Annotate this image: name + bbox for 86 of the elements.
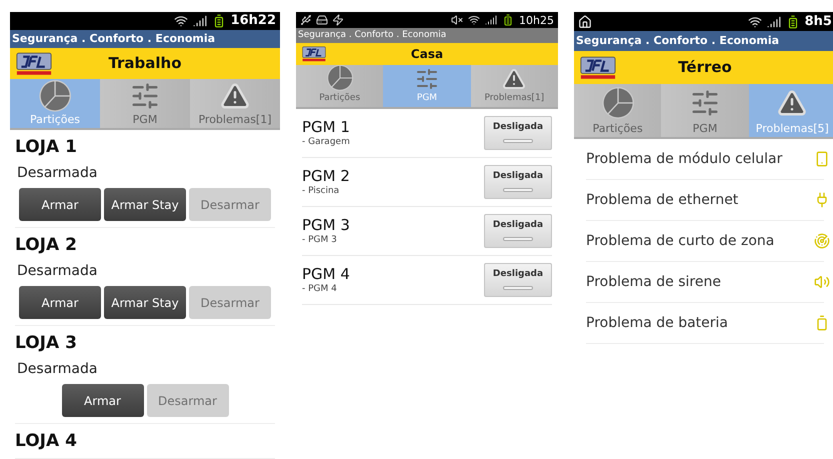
partition-status: Desarmada — [17, 360, 98, 378]
logo-icon — [16, 52, 52, 76]
partition-status: Desarmada — [17, 262, 98, 280]
toggle-indicator — [503, 138, 533, 142]
wifi-icon — [174, 14, 188, 28]
sliders-icon — [690, 88, 720, 118]
tab-label: PGM — [416, 92, 438, 105]
sliders-icon — [130, 80, 160, 111]
tab-label: Partições — [319, 92, 360, 105]
problem-text: Problema de sirene — [586, 272, 721, 292]
pie-chart-icon — [38, 78, 72, 113]
signal-icon — [485, 14, 498, 26]
wifi-icon — [748, 14, 762, 28]
signal-icon — [192, 14, 207, 28]
toggle-button[interactable]: Desligada — [484, 214, 552, 248]
problem-text: Problema de ethernet — [586, 190, 738, 210]
problem-text: Problema de módulo celular — [586, 150, 782, 168]
tab-label: Problemas[5] — [756, 122, 829, 135]
toggle-indicator — [503, 236, 533, 240]
tab[interactable]: Partições — [574, 84, 662, 137]
clock: 16h22 — [230, 14, 276, 28]
pgm-detail: - Piscina — [302, 185, 340, 197]
pgm-detail: - Garagem — [302, 136, 350, 148]
partition-name: LOJA 2 — [15, 234, 78, 256]
partition-name: LOJA 3 — [15, 332, 78, 354]
pgm-name: PGM 1 — [302, 118, 350, 136]
sliders-icon — [414, 66, 439, 90]
tab-label: Problemas[1] — [198, 113, 272, 126]
problem-text: Problema de curto de zona — [586, 232, 774, 250]
tab[interactable]: Problemas[5] — [748, 84, 833, 137]
tab[interactable]: Problemas[1] — [470, 65, 558, 107]
logo-icon — [580, 56, 616, 80]
tab[interactable]: PGM — [100, 78, 190, 128]
toggle-button[interactable]: Desligada — [484, 116, 552, 150]
flash-icon — [332, 14, 344, 26]
phone-icon — [814, 151, 830, 167]
toggle-indicator — [503, 188, 533, 192]
clock: 10h25 — [519, 14, 554, 26]
pgm-name: PGM 4 — [302, 265, 350, 283]
pgm-detail: - PGM 4 — [302, 283, 338, 295]
logo-icon — [302, 46, 326, 62]
tagline-bar: Segurança . Conforto . Economia — [574, 31, 833, 51]
toggle-button[interactable]: Desligada — [484, 165, 552, 199]
tab-label: Problemas[1] — [484, 92, 544, 105]
action-button[interactable]: Armar — [19, 188, 101, 221]
partition-name: LOJA 1 — [15, 136, 78, 158]
action-button[interactable]: Armar — [62, 384, 144, 417]
pgm-detail: - PGM 3 — [302, 234, 338, 246]
home-icon — [578, 14, 592, 28]
toggle-indicator — [503, 286, 533, 290]
tab[interactable]: Partições — [10, 78, 100, 128]
speaker-icon — [814, 274, 830, 290]
header-title: Térreo — [678, 57, 732, 78]
toggle-button[interactable]: Desligada — [484, 263, 552, 297]
mute-icon — [451, 14, 464, 26]
tab-label: PGM — [132, 113, 158, 126]
tagline-bar: Segurança . Conforto . Economia — [10, 30, 280, 48]
tab[interactable]: Problemas[1] — [190, 78, 280, 128]
sensor-icon — [814, 233, 830, 249]
partition-name: LOJA 4 — [15, 430, 78, 452]
signal-icon — [766, 14, 781, 28]
problem-text: Problema de bateria — [586, 314, 728, 332]
pgm-name: PGM 3 — [302, 216, 350, 234]
warning-icon — [502, 66, 526, 90]
usb-icon — [300, 14, 312, 26]
action-button[interactable]: Armar Stay — [104, 286, 186, 319]
header-title: Trabalho — [108, 53, 182, 74]
tab-label: Partições — [592, 122, 643, 135]
clock: 8h5 — [804, 15, 832, 28]
warning-icon — [777, 88, 808, 118]
warning-icon — [220, 80, 250, 111]
tab[interactable]: Partições — [296, 65, 384, 107]
partition-status: Desarmada — [17, 164, 98, 182]
tab-label: Partições — [30, 113, 80, 126]
pie-chart-icon — [326, 64, 354, 92]
battery-icon — [502, 14, 514, 26]
tab-label: PGM — [692, 122, 718, 135]
header-title: Casa — [410, 46, 444, 63]
pgm-name: PGM 2 — [302, 167, 350, 185]
pie-chart-icon — [600, 86, 635, 120]
tab[interactable]: PGM — [661, 84, 749, 137]
storage-icon — [316, 14, 328, 26]
tab[interactable]: PGM — [383, 65, 471, 107]
tagline-bar: Segurança . Conforto . Economia — [296, 28, 558, 43]
action-button[interactable]: Armar Stay — [104, 188, 186, 221]
action-button[interactable]: Armar — [19, 286, 101, 319]
